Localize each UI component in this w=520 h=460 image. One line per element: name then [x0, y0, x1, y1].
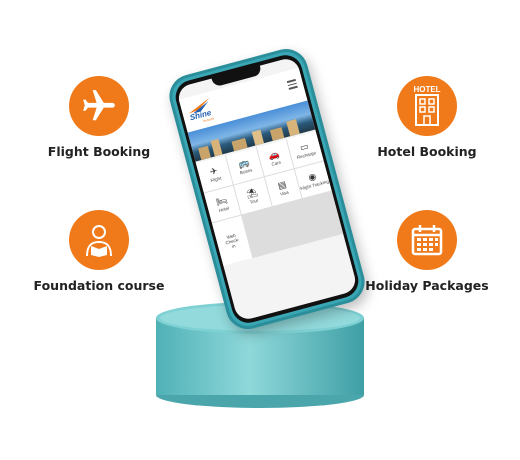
hotel-sign-text: HOTEL [413, 85, 440, 94]
foundation-course-feature: Foundation course [14, 210, 184, 293]
smartphone-mockup: Shine Network ✈ Flight 🚌 Buses 🚗 Cars ▭ Rech… [164, 44, 370, 334]
airplane-icon [69, 76, 129, 136]
hotel-booking-label: Hotel Booking [377, 144, 477, 159]
hotel-booking-feature: HOTEL Hotel Booking [342, 76, 512, 159]
phone-screen: Shine Network ✈ Flight 🚌 Buses 🚗 Cars ▭ Rech… [175, 56, 359, 322]
flight-booking-label: Flight Booking [47, 144, 151, 159]
student-reading-icon [69, 210, 129, 270]
foundation-course-label: Foundation course [33, 278, 165, 293]
menu-icon[interactable] [286, 78, 298, 91]
calendar-icon [397, 210, 457, 270]
flight-booking-feature: Flight Booking [14, 76, 184, 159]
holiday-packages-feature: Holiday Packages [342, 210, 512, 293]
hotel-building-icon: HOTEL [397, 76, 457, 136]
